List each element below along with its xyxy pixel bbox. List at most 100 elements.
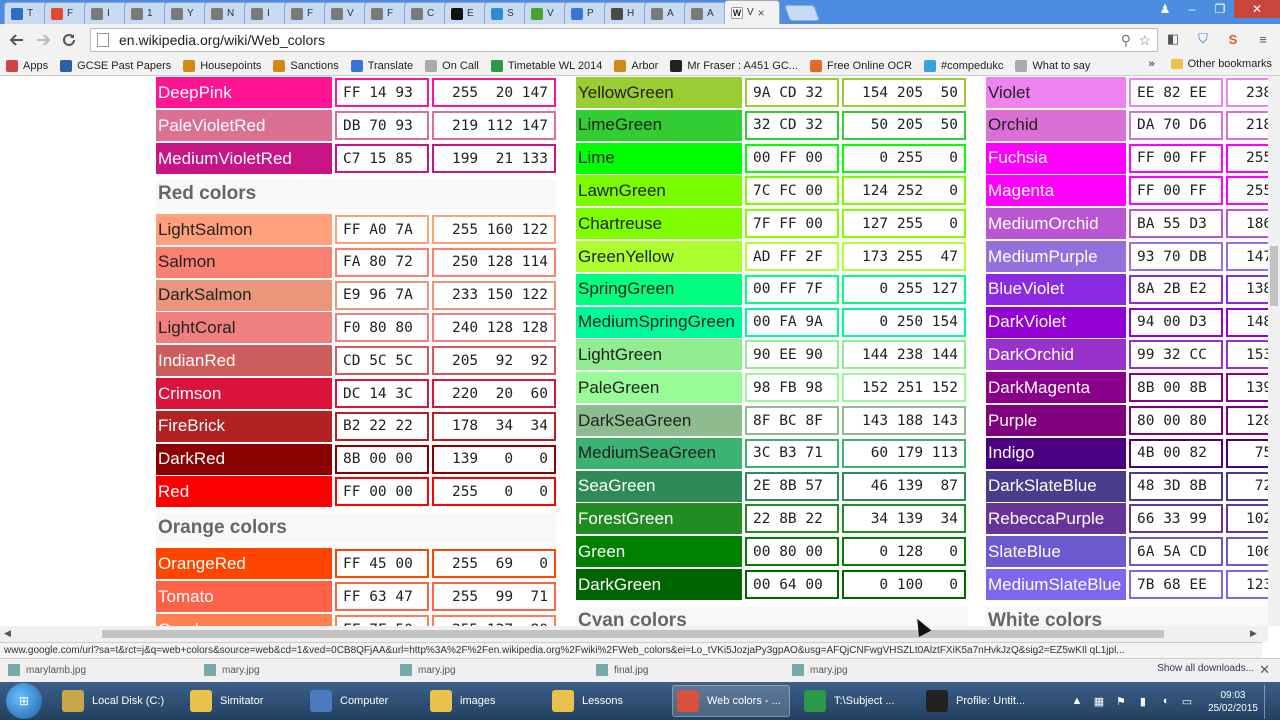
tab[interactable]: H bbox=[604, 2, 647, 24]
new-tab-button[interactable] bbox=[784, 5, 820, 21]
download-item[interactable]: mary.jpg bbox=[204, 661, 394, 679]
tab[interactable]: I bbox=[84, 2, 127, 24]
color-hex: 98 FB 98 bbox=[745, 373, 839, 403]
start-button[interactable]: ⊞ bbox=[6, 683, 42, 719]
color-hex: B2 22 22 bbox=[335, 411, 429, 441]
monitor-icon[interactable]: ▭ bbox=[1180, 695, 1194, 709]
taskbar-item[interactable]: Local Disk (C:) bbox=[58, 685, 178, 717]
tab[interactable]: A bbox=[684, 2, 727, 24]
image-file-icon bbox=[400, 664, 412, 676]
tab[interactable]: 1 bbox=[124, 2, 167, 24]
other-bookmarks[interactable]: » Other bookmarks bbox=[1149, 58, 1273, 70]
bookmark-item[interactable]: Sanctions bbox=[273, 59, 339, 72]
color-row: DarkSlateBlue48 3D 8B 72 61 139 bbox=[986, 470, 1268, 502]
chevron-icon[interactable]: » bbox=[1149, 58, 1155, 70]
color-name: MediumOrchid bbox=[986, 208, 1126, 240]
taskbar-item[interactable]: T:\Subject ... bbox=[800, 685, 914, 717]
tab[interactable]: F bbox=[44, 2, 87, 24]
taskbar-label: T:\Subject ... bbox=[834, 695, 895, 707]
color-hex: 00 FF 00 bbox=[745, 143, 839, 173]
scroll-right-icon[interactable]: ▶ bbox=[1250, 628, 1257, 639]
tab[interactable]: C bbox=[404, 2, 447, 24]
user-icon[interactable]: ♟ bbox=[1152, 0, 1178, 18]
menu-icon[interactable]: ≡ bbox=[1252, 28, 1274, 50]
tab[interactable]: F bbox=[284, 2, 327, 24]
extension-s-icon[interactable]: S bbox=[1222, 28, 1244, 50]
forward-button[interactable] bbox=[30, 27, 56, 53]
volume-icon[interactable]: ◖ bbox=[1158, 695, 1172, 709]
taskbar-item[interactable]: Simitator bbox=[186, 685, 298, 717]
bookmark-item[interactable]: Mr Fraser : A451 GC... bbox=[670, 59, 798, 72]
color-row: Indigo4B 00 82 75 0 130 bbox=[986, 437, 1268, 469]
tab[interactable]: V bbox=[324, 2, 367, 24]
show-desktop-button[interactable] bbox=[1264, 685, 1274, 719]
bookmark-item[interactable]: GCSE Past Papers bbox=[60, 59, 172, 72]
taskbar-item[interactable]: Computer bbox=[306, 685, 418, 717]
bookmark-item[interactable]: Free Online OCR bbox=[809, 59, 912, 72]
scroll-thumb[interactable] bbox=[102, 630, 1164, 638]
reload-button[interactable] bbox=[56, 27, 82, 53]
taskbar-item[interactable]: Lessons bbox=[548, 685, 660, 717]
bookmark-item[interactable]: Housepoints bbox=[183, 59, 261, 72]
tab-active[interactable]: W V × bbox=[724, 0, 780, 24]
download-item[interactable]: mary.jpg bbox=[792, 661, 982, 679]
color-row: DarkMagenta8B 00 8B139 0 139 bbox=[986, 372, 1268, 404]
bookmark-item[interactable]: Timetable WL 2014 bbox=[490, 59, 602, 72]
tray-arrow-icon[interactable]: ▲ bbox=[1070, 695, 1084, 709]
bookmark-label: GCSE Past Papers bbox=[77, 59, 172, 72]
vertical-scrollbar[interactable] bbox=[1268, 76, 1280, 626]
color-hex: 6A 5A CD bbox=[1129, 537, 1223, 567]
clock[interactable]: 09:03 25/02/2015 bbox=[1208, 689, 1258, 715]
scroll-left-icon[interactable]: ◀ bbox=[4, 628, 11, 639]
tab[interactable]: F bbox=[364, 2, 407, 24]
tab[interactable]: S bbox=[484, 2, 527, 24]
color-rgb: 0 255 0 bbox=[842, 143, 966, 173]
bookmark-item[interactable]: #compedukc bbox=[923, 59, 1003, 72]
color-row: DarkOrchid99 32 CC153 50 204 bbox=[986, 339, 1268, 371]
horizontal-scrollbar[interactable]: ◀ ▶ bbox=[0, 626, 1268, 642]
bookmark-item[interactable]: Apps bbox=[6, 59, 48, 72]
download-item[interactable]: final.jpg bbox=[596, 661, 786, 679]
network-icon[interactable]: ▦ bbox=[1092, 695, 1106, 709]
color-row: LightGreen 90 EE 90 144 238 144 bbox=[576, 339, 966, 371]
star-icon[interactable]: ☆ bbox=[1138, 32, 1151, 49]
taskbar-item[interactable]: images bbox=[426, 685, 538, 717]
tab[interactable]: A bbox=[644, 2, 687, 24]
show-all-downloads-link[interactable]: Show all downloads... bbox=[1157, 663, 1254, 674]
back-button[interactable] bbox=[4, 27, 30, 53]
color-name: RebeccaPurple bbox=[986, 503, 1126, 535]
close-icon[interactable]: ✕ bbox=[1259, 662, 1270, 678]
color-rgb: 138 43 226 bbox=[1226, 274, 1268, 304]
color-hex: 2E 8B 57 bbox=[745, 471, 839, 501]
shield-icon[interactable]: ⛉ bbox=[1192, 28, 1214, 50]
minimize-button[interactable]: – bbox=[1178, 0, 1206, 18]
bookmark-item[interactable]: Translate bbox=[350, 59, 413, 72]
taskbar-item[interactable]: Profile: Untit... bbox=[922, 685, 1040, 717]
tab[interactable]: T bbox=[4, 2, 47, 24]
window-controls: ♟ – ❐ ✕ bbox=[1152, 0, 1280, 18]
tab[interactable]: Y bbox=[164, 2, 207, 24]
zoom-icon[interactable]: ⚲ bbox=[1121, 32, 1131, 49]
color-rgb: 255 160 122 bbox=[432, 215, 556, 244]
tab[interactable]: N bbox=[204, 2, 247, 24]
tab[interactable]: I bbox=[244, 2, 287, 24]
download-item[interactable]: marylamb.jpg bbox=[8, 661, 198, 679]
signal-icon[interactable]: ▮ bbox=[1136, 695, 1150, 709]
scroll-thumb[interactable] bbox=[1270, 246, 1278, 306]
color-row: SpringGreen 00 FF 7F 0 255 127 bbox=[576, 273, 966, 305]
tab[interactable]: E bbox=[444, 2, 487, 24]
download-item[interactable]: mary.jpg bbox=[400, 661, 590, 679]
tab[interactable]: P bbox=[564, 2, 607, 24]
bookmark-item[interactable]: What to say bbox=[1015, 59, 1090, 72]
bookmark-item[interactable]: On Call bbox=[425, 59, 479, 72]
address-bar[interactable]: en.wikipedia.org/wiki/Web_colors ⚲ ☆ bbox=[90, 28, 1158, 52]
close-button[interactable]: ✕ bbox=[1234, 0, 1280, 18]
taskbar-item[interactable]: Web colors - ... bbox=[672, 685, 790, 717]
tab-close-icon[interactable]: × bbox=[758, 6, 765, 20]
extension-icon[interactable]: ◧ bbox=[1162, 28, 1184, 50]
maximize-button[interactable]: ❐ bbox=[1206, 0, 1234, 18]
bookmark-item[interactable]: Arbor bbox=[614, 59, 658, 72]
app-icon bbox=[190, 690, 212, 712]
tab[interactable]: V bbox=[524, 2, 567, 24]
flag-icon[interactable]: ⚑ bbox=[1114, 695, 1128, 709]
